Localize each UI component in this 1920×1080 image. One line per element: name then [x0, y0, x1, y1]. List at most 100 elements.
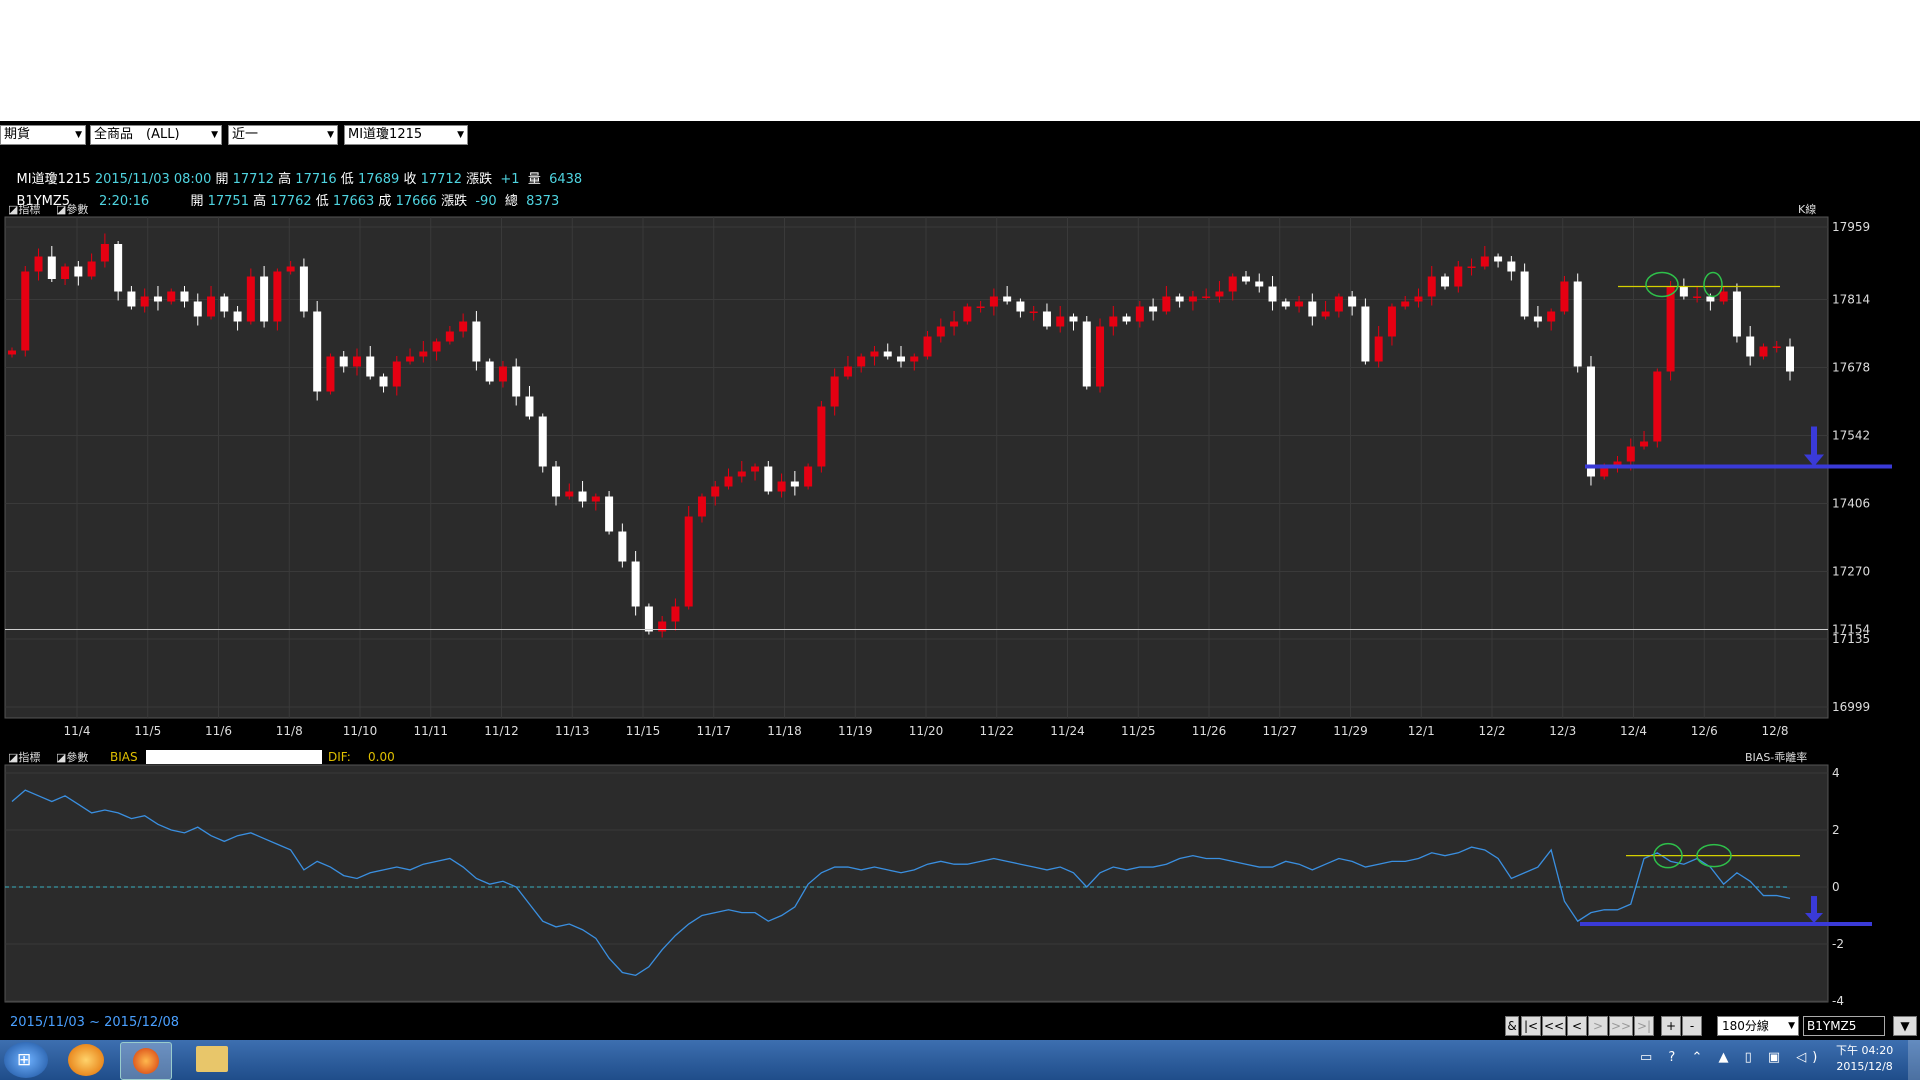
candle [379, 376, 388, 387]
explorer-taskbar-icon[interactable] [196, 1046, 228, 1072]
chevron-down-icon[interactable]: ▼ [1893, 1016, 1917, 1036]
y-tick-label: 16999 [1832, 700, 1870, 714]
candle [950, 321, 959, 327]
first-button[interactable]: |< [1521, 1016, 1541, 1036]
candle [498, 366, 507, 382]
candle [1414, 296, 1423, 302]
x-tick-label: 11/20 [909, 724, 944, 738]
period-select[interactable]: 近一 ▼ [228, 125, 338, 145]
candle [1533, 316, 1542, 322]
bias-plot-area [4, 764, 1829, 1003]
candle [565, 491, 574, 497]
y-tick-label: 17135 [1832, 632, 1870, 646]
interval-select[interactable]: 180分線 ▼ [1717, 1016, 1799, 1036]
zoom-out-button[interactable]: - [1682, 1016, 1702, 1036]
candle [538, 416, 547, 467]
candle [591, 496, 600, 502]
candle [1746, 336, 1755, 357]
bias-indicator-chart[interactable]: 420-2-4 ◪指標 ◪參數 BIAS DIF: 0.00 BIAS-乖離率 [0, 747, 1920, 1007]
product-select[interactable]: 全商品 (ALL) ▼ [90, 125, 222, 145]
candle [1586, 366, 1595, 477]
amp-button[interactable]: & [1505, 1016, 1519, 1036]
bias-value-box [146, 750, 322, 764]
candle [1520, 271, 1529, 317]
date-range-end: 2015/12/08 [104, 1015, 180, 1030]
candle [857, 356, 866, 367]
app-taskbar-icon[interactable] [68, 1044, 104, 1076]
chevron-down-icon: ▼ [1788, 1021, 1795, 1031]
start-button[interactable]: ⊞ [4, 1042, 48, 1078]
candle [180, 291, 189, 302]
candle [392, 361, 401, 387]
candle [512, 366, 521, 397]
x-tick-label: 11/6 [205, 724, 232, 738]
rewind-button[interactable]: << [1542, 1016, 1566, 1036]
candle [1162, 296, 1171, 312]
bias-params-tab-label: 參數 [66, 750, 88, 764]
x-tick-label: 11/19 [838, 724, 873, 738]
candle [273, 271, 282, 322]
x-tick-label: 11/4 [64, 724, 91, 738]
y-tick-label: -4 [1832, 994, 1844, 1007]
candle [777, 481, 786, 492]
market-select-value: 期貨 [4, 127, 31, 142]
candle [737, 471, 746, 477]
candle [193, 301, 202, 317]
params-icon: ◪ [56, 751, 66, 764]
main-params-tab[interactable]: ◪參數 [56, 202, 88, 216]
candle [1361, 306, 1370, 362]
period-select-value: 近一 [232, 127, 259, 142]
candle [883, 351, 892, 357]
candle [1786, 346, 1794, 372]
candle [1732, 291, 1741, 337]
candle [870, 351, 879, 357]
candle [1202, 296, 1211, 298]
x-tick-label: 11/12 [484, 724, 519, 738]
prev-button[interactable]: < [1567, 1016, 1587, 1036]
dif-value: 0.00 [368, 750, 395, 764]
candle [472, 321, 481, 362]
contract-select[interactable]: MI道瓊1215 ▼ [344, 125, 468, 145]
candle [1454, 266, 1463, 287]
candle [1096, 326, 1105, 387]
candle [47, 256, 56, 279]
x-tick-label: 11/25 [1121, 724, 1156, 738]
candle [618, 531, 627, 562]
dif-label: DIF: [328, 750, 351, 764]
bias-indicator-tab[interactable]: ◪指標 [8, 750, 40, 764]
x-tick-label: 11/24 [1050, 724, 1085, 738]
candle [843, 366, 852, 377]
bias-indicator-name: BIAS [110, 750, 138, 764]
candle [1188, 296, 1197, 302]
candle [976, 306, 985, 308]
candle [963, 306, 972, 322]
zoom-in-button[interactable]: + [1661, 1016, 1681, 1036]
candle [525, 396, 534, 417]
firefox-taskbar-icon[interactable] [120, 1042, 172, 1080]
fast-forward-button[interactable]: >> [1609, 1016, 1633, 1036]
main-indicator-tab-label: 指標 [18, 202, 40, 216]
params-icon: ◪ [56, 203, 66, 216]
contract-select-value: MI道瓊1215 [348, 127, 423, 142]
candle [1029, 311, 1038, 313]
candle [1003, 296, 1012, 302]
chart-toolbar: & |< << < > >> >| + - 180分線 ▼ B1YMZ5 ▼ [1505, 1015, 1920, 1039]
y-tick-label: -2 [1832, 937, 1844, 951]
candle [21, 271, 30, 351]
bias-params-tab[interactable]: ◪參數 [56, 750, 88, 764]
last-button[interactable]: >| [1634, 1016, 1654, 1036]
candle [1215, 291, 1224, 297]
next-button[interactable]: > [1588, 1016, 1608, 1036]
main-indicator-tab[interactable]: ◪指標 [8, 202, 40, 216]
candle [764, 466, 773, 492]
candle [1441, 276, 1450, 287]
market-select[interactable]: 期貨 ▼ [0, 125, 86, 145]
candle [34, 256, 43, 272]
x-tick-label: 11/27 [1262, 724, 1297, 738]
show-desktop-button[interactable] [1908, 1040, 1920, 1080]
symbol-input[interactable]: B1YMZ5 [1803, 1016, 1885, 1036]
taskbar-clock[interactable]: 下午 04:20 2015/12/8 [1836, 1043, 1893, 1075]
system-tray-icons[interactable]: ▭ ? ⌃ ▲ ▯ ▣ ◁) [1640, 1050, 1823, 1065]
candle [153, 296, 162, 302]
candle [1759, 346, 1768, 357]
